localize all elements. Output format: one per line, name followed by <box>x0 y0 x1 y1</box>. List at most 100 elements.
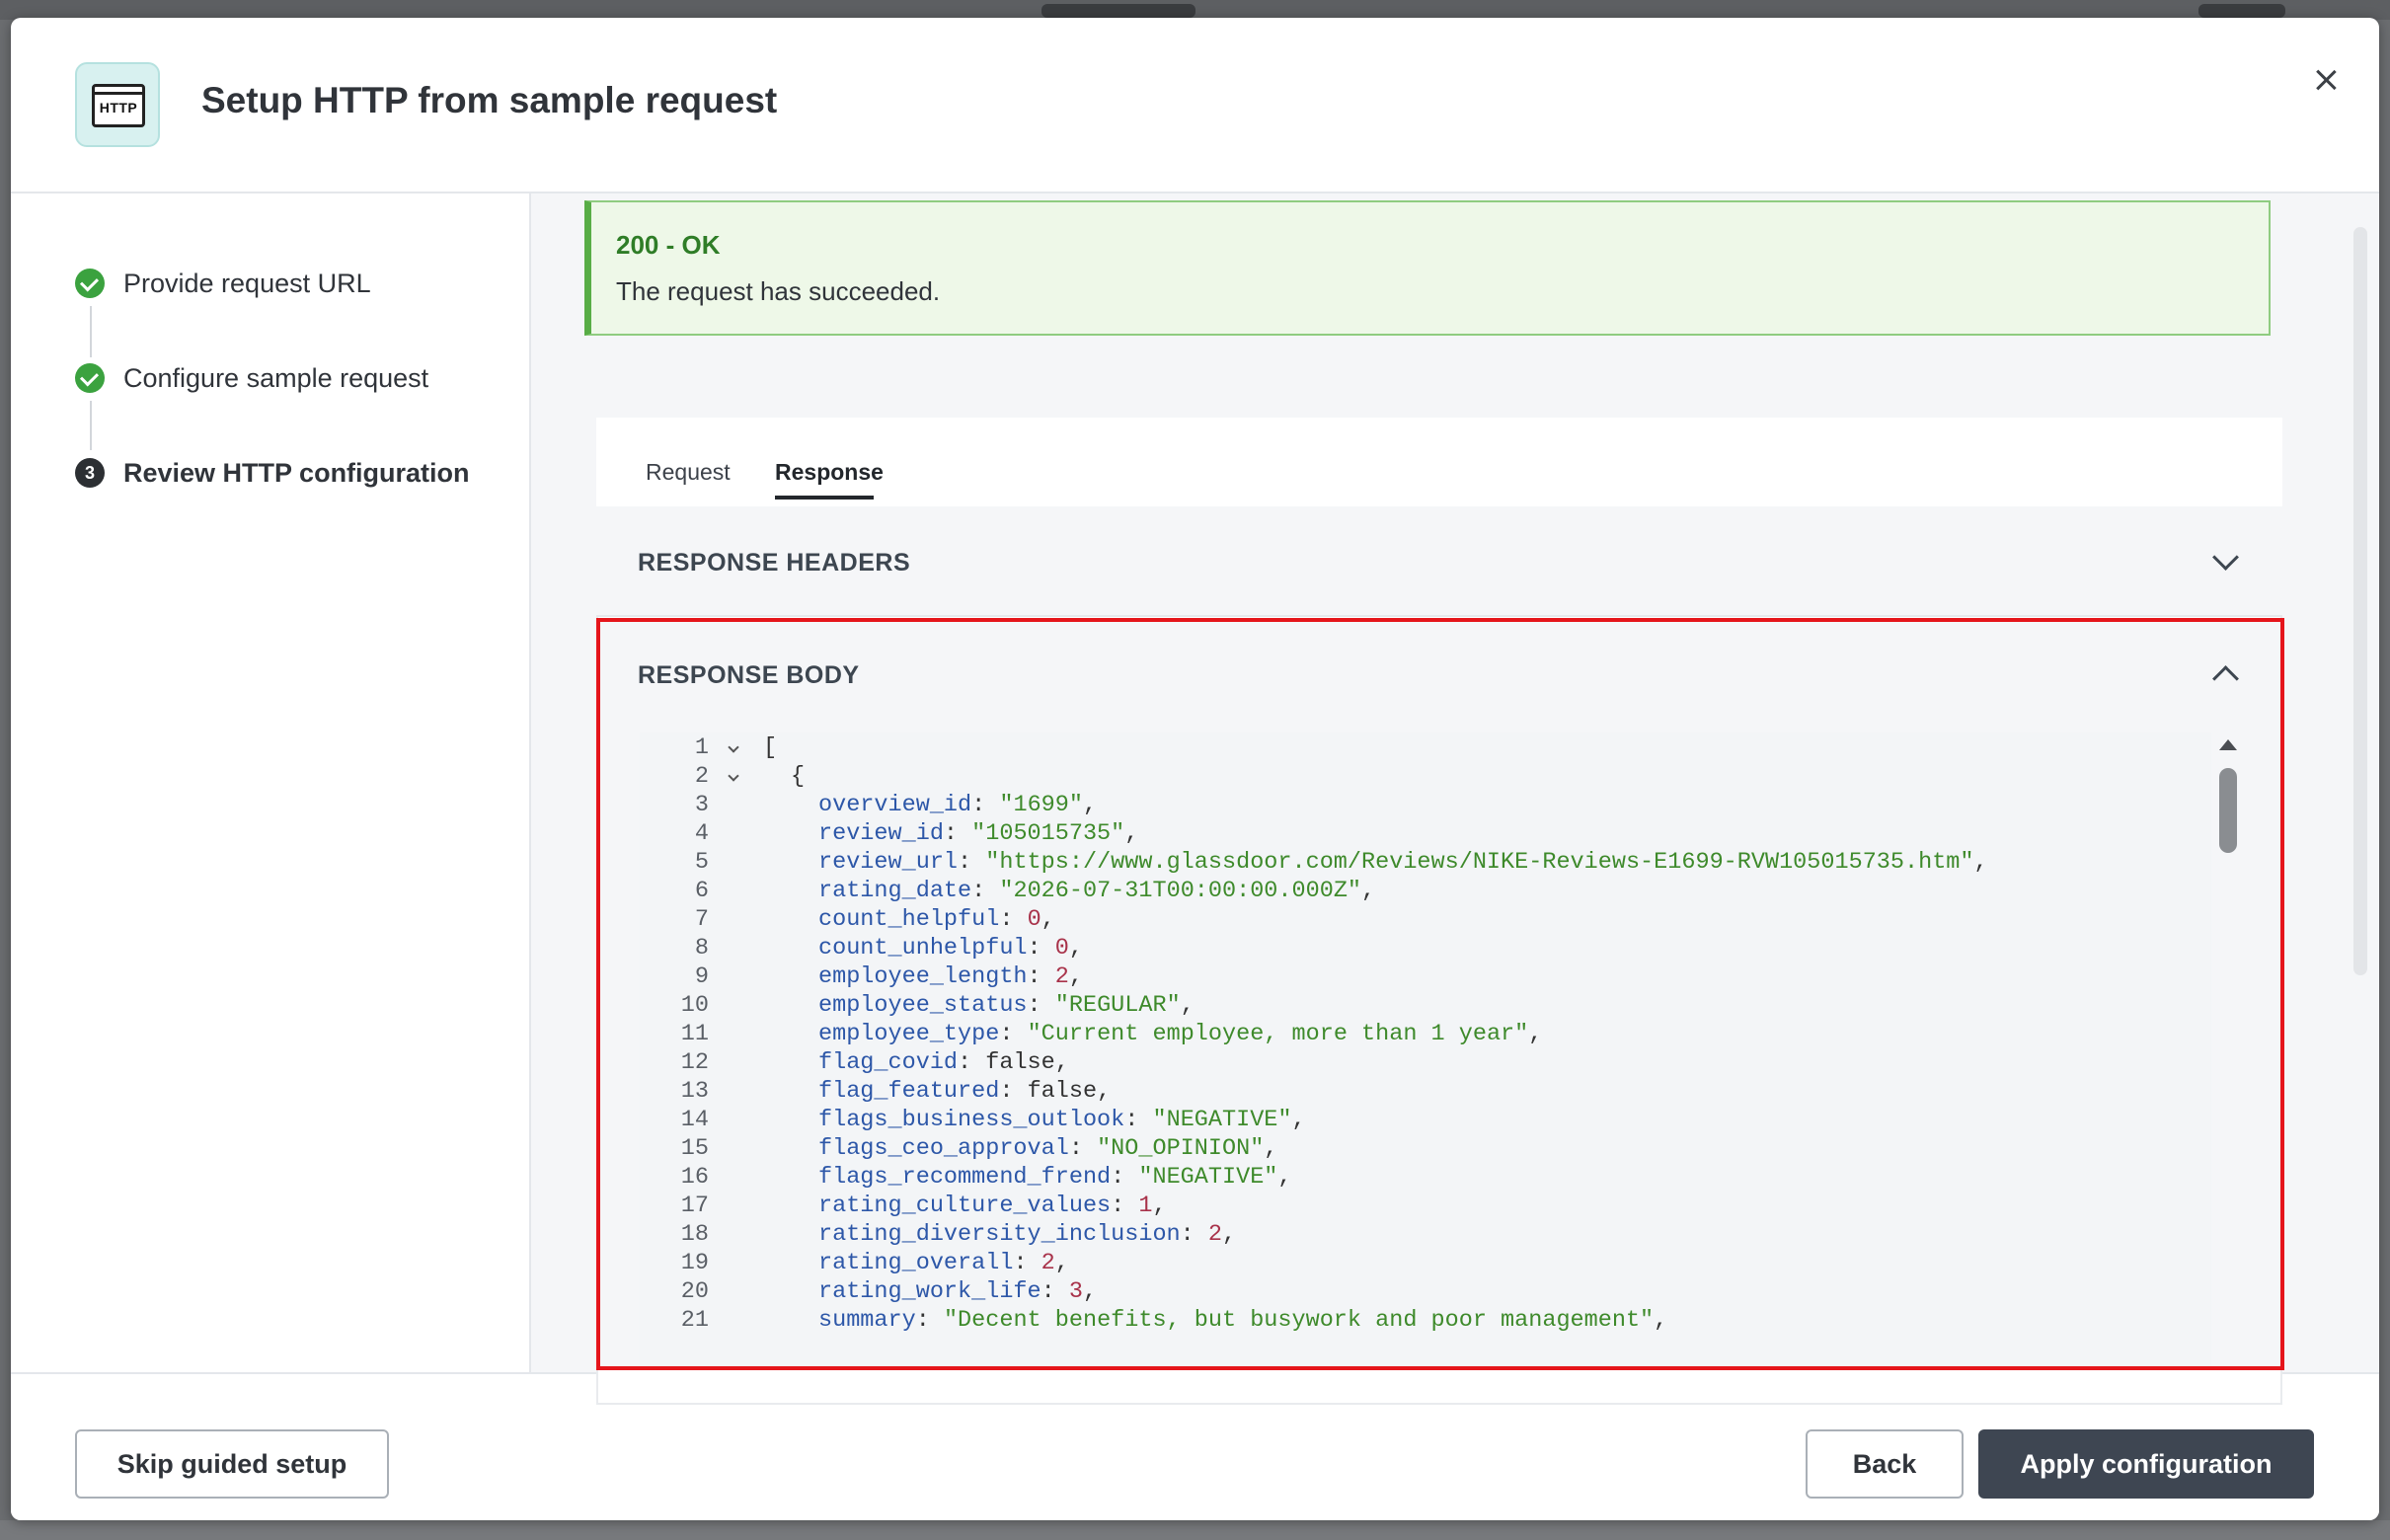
code-token: , <box>1068 963 1083 990</box>
code-token: employee_type <box>818 1021 1000 1047</box>
code-token: "Current employee, more than 1 year" <box>1027 1021 1529 1047</box>
code-token: , <box>1361 878 1376 904</box>
code-token: : <box>1027 992 1055 1019</box>
close-icon[interactable] <box>2301 55 2351 105</box>
code-token: employee_status <box>818 992 1028 1019</box>
http-window-frame: HTTP <box>92 84 145 127</box>
code-text: employee_length: 2, <box>818 962 1083 991</box>
line-number: 1 <box>694 734 709 761</box>
status-title: 200 - OK <box>616 230 721 260</box>
check-circle-icon <box>75 269 105 298</box>
code-token: rating_work_life <box>818 1278 1041 1305</box>
code-token: : <box>915 1307 944 1334</box>
fold-chevron-icon[interactable] <box>728 768 741 782</box>
http-icon-label: HTTP <box>99 100 138 116</box>
line-number: 14 <box>680 1107 709 1133</box>
code-token: [ <box>763 734 778 761</box>
line-number: 9 <box>694 963 709 990</box>
fold-chevron-icon[interactable] <box>728 739 741 753</box>
apply-configuration-button[interactable]: Apply configuration <box>1978 1429 2314 1499</box>
code-text: rating_work_life: 3, <box>818 1277 1097 1306</box>
content-scrollbar[interactable] <box>2353 227 2367 975</box>
code-token: "REGULAR" <box>1054 992 1181 1019</box>
code-token: : <box>1027 935 1055 962</box>
dialog-header: HTTP Setup HTTP from sample request <box>11 18 2379 193</box>
response-body-title: RESPONSE BODY <box>638 661 860 689</box>
code-text: rating_culture_values: 1, <box>818 1192 1167 1220</box>
code-text: employee_type: "Current employee, more t… <box>818 1020 1542 1048</box>
code-token: "Decent benefits, but busywork and poor … <box>943 1307 1655 1334</box>
code-token: , <box>1180 992 1195 1019</box>
chevron-up-icon[interactable] <box>2212 665 2239 692</box>
code-token: overview_id <box>818 792 972 818</box>
line-number: 19 <box>680 1250 709 1276</box>
dialog-title: Setup HTTP from sample request <box>201 80 778 120</box>
line-number: 17 <box>680 1193 709 1219</box>
code-token: , <box>1264 1135 1278 1162</box>
code-text: employee_status: "REGULAR", <box>818 991 1195 1020</box>
background-app-top <box>0 0 2390 20</box>
background-app-bottom <box>0 1520 2390 1540</box>
line-number: 13 <box>680 1078 709 1105</box>
code-token: : <box>1068 1135 1098 1162</box>
code-token: : <box>999 1021 1028 1047</box>
code-token: flags_business_outlook <box>818 1107 1125 1133</box>
code-text: rating_date: "2026-07-31T00:00:00.000Z", <box>818 877 1375 905</box>
code-token: "NEGATIVE" <box>1152 1107 1292 1133</box>
code-token: , <box>1291 1107 1306 1133</box>
code-token: , <box>1222 1221 1237 1248</box>
line-number: 7 <box>694 906 709 933</box>
scroll-up-arrow-icon[interactable] <box>2219 739 2237 750</box>
check-circle-icon <box>75 363 105 393</box>
skip-guided-setup-button[interactable]: Skip guided setup <box>75 1429 389 1499</box>
code-token: : <box>958 1049 986 1076</box>
step-label: Configure sample request <box>123 363 429 393</box>
code-token: : <box>971 878 1000 904</box>
steps-sidebar: Provide request URL Configure sample req… <box>11 193 531 1372</box>
code-token: , <box>1054 1250 1069 1276</box>
code-token: : <box>1041 1278 1069 1305</box>
code-token: summary <box>818 1307 916 1334</box>
line-number: 21 <box>680 1307 709 1334</box>
code-token: 3 <box>1068 1278 1083 1305</box>
code-token: , <box>1654 1307 1668 1334</box>
line-number: 6 <box>694 878 709 904</box>
line-number: 2 <box>694 763 709 790</box>
code-token: review_id <box>818 820 944 847</box>
code-token: count_helpful <box>818 906 1000 933</box>
code-scrollbar-thumb[interactable] <box>2219 768 2237 853</box>
tab-response[interactable]: Response <box>775 459 884 486</box>
code-text: rating_overall: 2, <box>818 1249 1069 1277</box>
code-token: : <box>1013 1250 1041 1276</box>
step-connector <box>90 401 92 450</box>
step-number-badge: 3 <box>75 458 105 488</box>
code-token: rating_overall <box>818 1250 1014 1276</box>
back-button[interactable]: Back <box>1806 1429 1964 1499</box>
code-token: : <box>958 849 986 876</box>
response-headers-section[interactable]: RESPONSE HEADERS <box>596 506 2282 617</box>
code-token: , <box>1041 906 1055 933</box>
code-text: rating_diversity_inclusion: 2, <box>818 1220 1236 1249</box>
code-token: , <box>1973 849 1988 876</box>
code-token: false <box>1027 1078 1098 1105</box>
code-token: 0 <box>1054 935 1069 962</box>
code-token: "2026-07-31T00:00:00.000Z" <box>999 878 1362 904</box>
code-token: 2 <box>1054 963 1069 990</box>
code-token: 0 <box>1027 906 1041 933</box>
chevron-down-icon[interactable] <box>2212 544 2239 571</box>
code-text: flag_covid: false, <box>818 1048 1069 1077</box>
line-number: 4 <box>694 820 709 847</box>
tab-request[interactable]: Request <box>646 459 731 486</box>
code-text: { <box>791 762 805 791</box>
line-number: 10 <box>680 992 709 1019</box>
line-number: 3 <box>694 792 709 818</box>
code-text: overview_id: "1699", <box>818 791 1097 819</box>
code-token: count_unhelpful <box>818 935 1028 962</box>
line-number: 20 <box>680 1278 709 1305</box>
code-token: false <box>985 1049 1055 1076</box>
code-text: flags_recommend_frend: "NEGATIVE", <box>818 1163 1292 1192</box>
code-token: , <box>1068 935 1083 962</box>
line-number: 12 <box>680 1049 709 1076</box>
response-body-code-editor[interactable]: 1 [2 {3 overview_id: "1699", 4 review_id: "10… <box>640 732 2211 1370</box>
code-token: : <box>999 1078 1028 1105</box>
